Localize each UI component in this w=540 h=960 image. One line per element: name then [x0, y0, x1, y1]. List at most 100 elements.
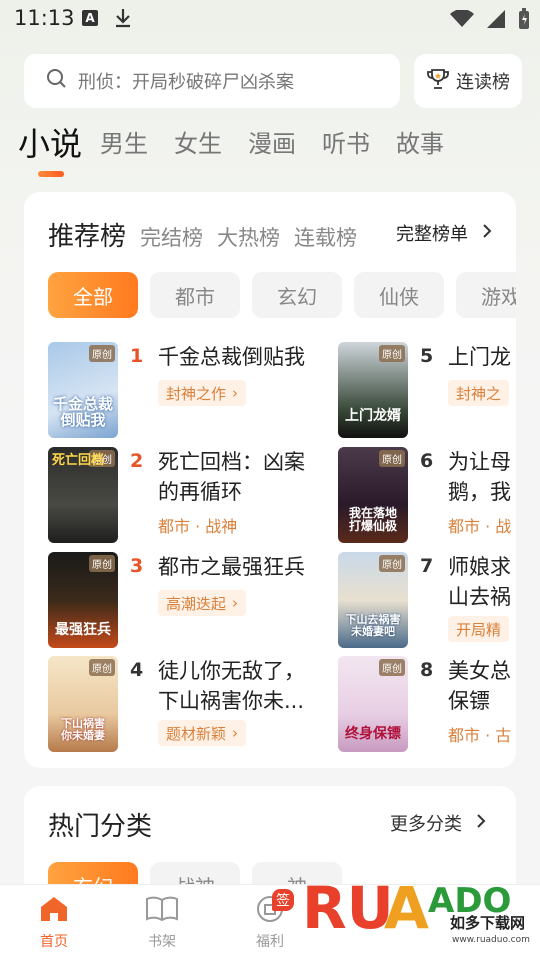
book-cover: 原创 死亡回档: [48, 447, 118, 543]
book-item[interactable]: 原创 千金总裁 倒贴我 1 千金总裁倒贴我 封神之作 ›: [48, 342, 305, 438]
book-title-line2: 山去祸: [448, 585, 511, 609]
more-category-link[interactable]: 更多分类: [390, 810, 486, 836]
tab-novel[interactable]: 小说: [18, 124, 82, 164]
tab-comic[interactable]: 漫画: [248, 124, 296, 164]
cover-title: 死亡回档: [52, 453, 105, 468]
book-cover: 原创 上门龙婿: [338, 342, 408, 438]
book-item[interactable]: 原创 死亡回档 2 死亡回档：凶案 的再循环 都市 · 战神: [48, 447, 305, 543]
notification-a-icon: A: [82, 10, 98, 26]
original-badge: 原创: [379, 345, 405, 362]
cover-title: 我在落地 打爆仙极: [348, 506, 397, 533]
book-meta: 都市 · 古: [448, 726, 512, 745]
ranking-tabs: 推荐榜 完结榜 大热榜 连载榜: [48, 216, 371, 253]
rank-number: 7: [420, 555, 434, 577]
book-tag-label: 题材新颖: [166, 724, 227, 743]
nav-welfare-label: 福利: [256, 934, 284, 950]
nav-home[interactable]: 首页: [14, 895, 94, 951]
book-tag[interactable]: 开局精: [448, 616, 510, 642]
cover-title: 上门龙婿: [345, 408, 401, 424]
rank-number: 4: [130, 659, 144, 681]
reading-rank-button[interactable]: 连读榜: [414, 54, 522, 108]
svg-text:www.ruaduo.com: www.ruaduo.com: [452, 935, 530, 945]
book-cover: 原创 千金总裁 倒贴我: [48, 342, 118, 438]
nav-bookshelf[interactable]: 书架: [122, 895, 202, 951]
rank-number: 1: [130, 345, 144, 367]
book-title-line1: 为让母: [448, 450, 511, 474]
rank-number: 8: [420, 659, 434, 681]
book-item[interactable]: 原创 上门龙婿 5 上门龙 封神之: [338, 342, 511, 438]
chevron-right-icon: [482, 223, 492, 244]
full-list-label: 完整榜单: [396, 224, 468, 245]
book-title-line1: 徒儿你无敌了，: [158, 659, 305, 683]
book-cover: 原创 最强狂兵: [48, 552, 118, 648]
tab-story[interactable]: 故事: [396, 124, 444, 164]
book-title-line2: 的再循环: [158, 480, 242, 504]
book-title-line1: 美女总: [448, 659, 511, 683]
book-title: 千金总裁倒贴我: [158, 345, 305, 369]
book-item[interactable]: 原创 终身保镖 8 美女总 保镖 都市 · 古: [338, 656, 511, 752]
tab-finished-rank[interactable]: 完结榜: [140, 222, 203, 252]
book-cover: 原创 终身保镖: [338, 656, 408, 752]
trophy-icon: [426, 67, 450, 96]
tab-female[interactable]: 女生: [174, 124, 222, 164]
book-title-line2: 鹅，我: [448, 480, 511, 504]
genre-xianxia[interactable]: 仙侠: [354, 272, 444, 318]
cover-title: 千金总裁 倒贴我: [52, 395, 113, 429]
tab-male[interactable]: 男生: [100, 124, 148, 164]
genre-fantasy[interactable]: 玄幻: [252, 272, 342, 318]
svg-text:如多下载网: 如多下载网: [450, 914, 525, 932]
signal-icon: [486, 9, 506, 33]
sign-in-badge: 签: [272, 889, 294, 911]
chevron-right-icon: ›: [232, 724, 239, 742]
book-cover: 原创 我在落地 打爆仙极: [338, 447, 408, 543]
cover-title: 终身保镖: [345, 726, 401, 742]
ranking-card: 推荐榜 完结榜 大热榜 连载榜 完整榜单 全部 都市 玄幻 仙侠 游戏 原创 千…: [24, 192, 516, 768]
category-tabs: 小说 男生 女生 漫画 听书 故事: [18, 124, 470, 164]
original-badge: 原创: [89, 659, 115, 676]
genre-all[interactable]: 全部: [48, 272, 138, 318]
book-item[interactable]: 原创 下山去祸害 未婚妻吧 7 师娘求 山去祸 开局精: [338, 552, 511, 648]
book-item[interactable]: 原创 我在落地 打爆仙极 6 为让母 鹅，我 都市 · 战: [338, 447, 511, 543]
tab-audiobook[interactable]: 听书: [322, 124, 370, 164]
download-icon: [114, 8, 132, 32]
hot-category-title: 热门分类: [48, 812, 153, 842]
tab-hot-rank[interactable]: 大热榜: [217, 222, 280, 252]
book-item[interactable]: 原创 下山祸害 你未婚妻 4 徒儿你无敌了， 下山祸害你未... 题材新颖 ›: [48, 656, 305, 752]
watermark-logo: RU A ADO 如多下载网 www.ruaduo.com: [300, 866, 540, 960]
chevron-right-icon: [476, 813, 486, 834]
book-tag[interactable]: 高潮迭起 ›: [158, 590, 247, 616]
tab-recommend-rank[interactable]: 推荐榜: [48, 216, 126, 253]
wifi-icon: [450, 9, 474, 32]
cover-title: 最强狂兵: [55, 622, 111, 638]
reading-rank-label: 连读榜: [456, 72, 510, 93]
original-badge: 原创: [89, 345, 115, 362]
search-input[interactable]: 刑侦：开局秒破碎尸凶杀案: [24, 54, 400, 108]
book-meta: 都市 · 战: [448, 517, 512, 536]
book-title: 上门龙: [448, 345, 511, 369]
book-tag[interactable]: 题材新颖 ›: [158, 720, 247, 746]
book-cover: 原创 下山去祸害 未婚妻吧: [338, 552, 408, 648]
nav-welfare[interactable]: 福利: [230, 895, 310, 951]
svg-text:A: A: [384, 874, 429, 942]
book-meta: 都市 · 战神: [158, 517, 238, 536]
rank-number: 3: [130, 555, 144, 577]
cover-title: 下山去祸害 未婚妻吧: [345, 613, 401, 638]
nav-bookshelf-label: 书架: [148, 934, 176, 950]
book-tag[interactable]: 封神之: [448, 380, 510, 406]
active-tab-indicator: [38, 171, 64, 177]
full-list-link[interactable]: 完整榜单: [396, 220, 492, 246]
genre-filter: 全部 都市 玄幻 仙侠 游戏: [48, 272, 516, 318]
book-tag[interactable]: 封神之作 ›: [158, 380, 247, 406]
book-title-line1: 死亡回档：凶案: [158, 450, 305, 474]
tab-serial-rank[interactable]: 连载榜: [294, 222, 357, 252]
chevron-right-icon: ›: [232, 594, 239, 612]
book-tag-label: 开局精: [456, 620, 502, 639]
book-tag-label: 高潮迭起: [166, 594, 227, 613]
status-time: 11:13: [14, 6, 75, 30]
book-title: 都市之最强狂兵: [158, 555, 305, 579]
genre-game[interactable]: 游戏: [456, 272, 516, 318]
book-item[interactable]: 原创 最强狂兵 3 都市之最强狂兵 高潮迭起 ›: [48, 552, 305, 648]
book-title-line2: 保镖: [448, 689, 490, 713]
genre-urban[interactable]: 都市: [150, 272, 240, 318]
search-placeholder: 刑侦：开局秒破碎尸凶杀案: [78, 72, 294, 93]
